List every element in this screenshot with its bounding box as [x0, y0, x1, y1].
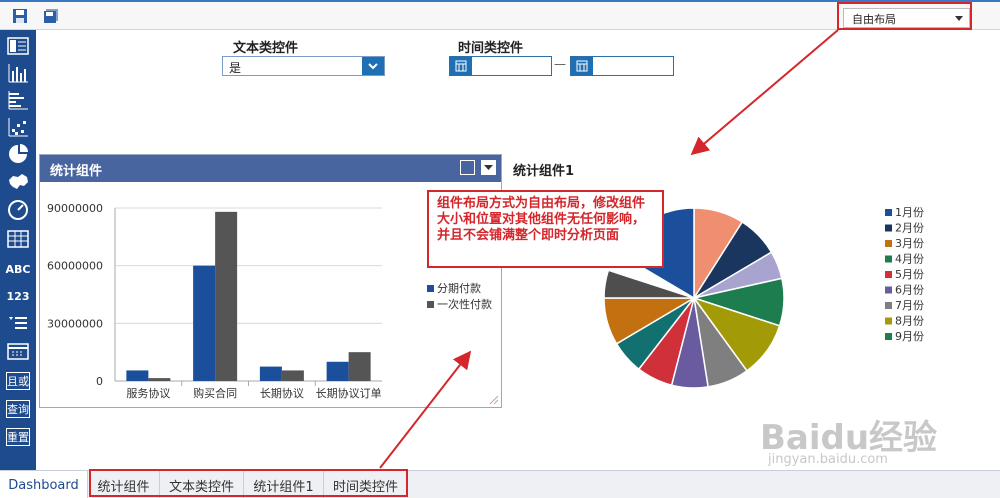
sidebar-item-123[interactable]: 123	[4, 284, 32, 308]
sidebar-item-abc[interactable]: ABC	[4, 257, 32, 281]
legend-label: 4月份	[895, 253, 924, 266]
y-tick-label: 90000000	[47, 202, 103, 215]
bar	[148, 378, 171, 381]
legend-label: 一次性付款	[437, 297, 492, 311]
resize-grip-icon	[489, 395, 499, 405]
x-tick-label: 长期协议订单	[316, 386, 382, 400]
date-range-separator: —	[554, 57, 566, 71]
legend-label: 5月份	[895, 268, 924, 281]
legend-swatch	[885, 333, 892, 340]
y-tick-label: 60000000	[47, 260, 103, 273]
text-control-combo[interactable]: 是	[222, 56, 385, 76]
save-icon[interactable]	[12, 8, 28, 24]
legend-label: 7月份	[895, 299, 924, 312]
scatter-chart-icon[interactable]	[4, 115, 32, 139]
legend-label: 2月份	[895, 222, 924, 235]
panel-menu-icon[interactable]	[481, 160, 496, 175]
legend-swatch	[427, 285, 434, 292]
start-date-field[interactable]	[449, 56, 552, 76]
legend-label: 6月份	[895, 284, 924, 297]
x-tick-label: 购买合同	[193, 386, 237, 400]
legend-swatch	[885, 240, 892, 247]
legend-label: 8月份	[895, 315, 924, 328]
highlight-layout-select	[837, 2, 972, 30]
panel-header[interactable]: 统计组件	[40, 155, 501, 182]
legend-label: 3月份	[895, 237, 924, 250]
bar	[126, 370, 149, 381]
text-control-label: 文本类控件	[233, 41, 299, 56]
highlight-tabs	[89, 469, 408, 497]
x-tick-label: 服务协议	[126, 386, 170, 400]
calendar-icon[interactable]	[450, 57, 472, 75]
legend-label: 分期付款	[437, 281, 481, 295]
table-layout-icon[interactable]	[4, 34, 32, 58]
map-icon[interactable]	[4, 170, 32, 194]
legend-swatch	[885, 317, 892, 325]
legend-label: 1月份	[895, 206, 924, 219]
number-text-icon: 123	[6, 289, 30, 303]
legend-swatch	[427, 301, 434, 308]
bar	[326, 361, 349, 381]
legend-swatch	[885, 209, 892, 216]
horizontal-bar-chart-icon[interactable]	[4, 88, 32, 112]
app-window: 自由布局 ABC 123 且或 查询 重置 文本类控件 是 时间类控件 — 统计…	[0, 0, 1000, 498]
text-control-value: 是	[229, 61, 242, 75]
reset-label: 重置	[6, 428, 30, 446]
bar	[215, 211, 238, 381]
legend-swatch	[885, 255, 892, 263]
legend-swatch	[885, 271, 892, 278]
andor-label: 且或	[6, 372, 30, 390]
bar	[259, 366, 282, 381]
y-tick-label: 30000000	[47, 317, 103, 330]
x-tick-label: 长期协议	[260, 386, 304, 400]
pie-chart-icon[interactable]	[4, 142, 32, 166]
arrow-to-chart	[690, 29, 839, 156]
maximize-icon[interactable]	[460, 160, 475, 175]
tab-dashboard[interactable]: Dashboard	[0, 471, 88, 498]
pie-chart-title: 统计组件1	[513, 164, 575, 179]
y-tick-label: 0	[96, 375, 103, 388]
legend-swatch	[885, 224, 892, 232]
bar	[281, 370, 304, 381]
calendar-icon[interactable]	[4, 339, 32, 363]
bar	[193, 265, 216, 381]
calendar-icon[interactable]	[571, 57, 593, 75]
abc-text-icon: ABC	[5, 262, 31, 276]
save-all-icon[interactable]	[43, 8, 59, 24]
sidebar-item-query[interactable]: 查询	[4, 397, 32, 421]
grid-table-icon[interactable]	[4, 227, 32, 251]
time-control-label: 时间类控件	[458, 41, 524, 56]
gauge-icon[interactable]	[4, 198, 32, 222]
annotation-note: 组件布局方式为自由布局，修改组件大小和位置对其他组件无任何影响，并且不会铺满整个…	[427, 190, 664, 268]
sidebar-item-reset[interactable]: 重置	[4, 425, 32, 449]
chevron-down-icon[interactable]	[362, 57, 384, 75]
end-date-field[interactable]	[570, 56, 674, 76]
sidebar-item-andor[interactable]: 且或	[4, 369, 32, 393]
list-icon[interactable]	[4, 311, 32, 335]
legend-label: 9月份	[895, 330, 924, 343]
legend-swatch	[885, 302, 892, 309]
baidu-watermark-url: jingyan.baidu.com	[768, 452, 888, 467]
bar-chart-icon[interactable]	[4, 61, 32, 85]
panel-title: 统计组件	[50, 164, 103, 179]
legend-swatch	[885, 286, 892, 294]
component-sidebar: ABC 123 且或 查询 重置	[0, 30, 36, 470]
bar	[348, 352, 371, 381]
query-label: 查询	[6, 400, 30, 418]
